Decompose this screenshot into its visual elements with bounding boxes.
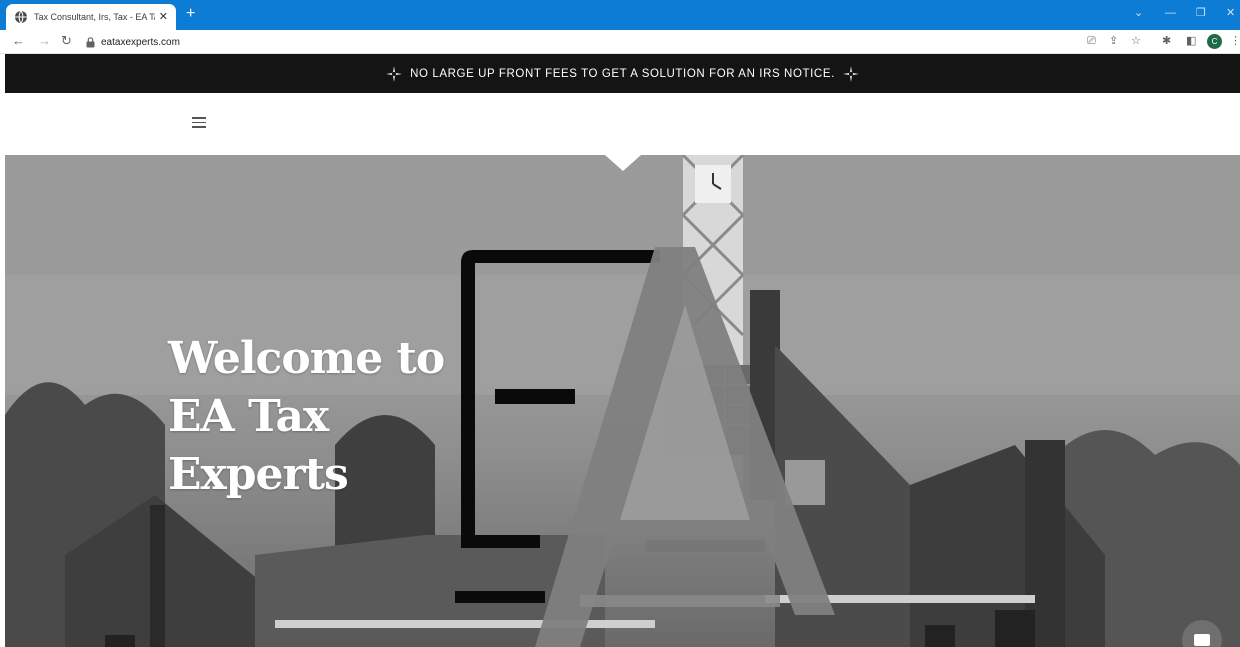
close-tab-icon[interactable]: ✕ [159,11,168,23]
browser-tab[interactable]: Tax Consultant, Irs, Tax - EA Tax E ✕ [6,4,176,30]
tab-search-icon[interactable]: ⌄ [1134,6,1143,20]
extensions-icon[interactable]: ✱ [1162,35,1171,48]
address-bar[interactable]: eataxexperts.com [86,34,180,50]
restore-icon[interactable]: ❐ [1196,6,1206,20]
share-icon[interactable]: ⇪ [1109,35,1118,48]
headline-line: EA Tax [168,391,329,442]
minimize-icon[interactable]: — [1165,6,1176,20]
side-panel-icon[interactable]: ◧ [1186,35,1196,48]
promo-text: NO LARGE UP FRONT FEES TO GET A SOLUTION… [410,67,835,80]
globe-icon [15,10,27,24]
promo-banner: NO LARGE UP FRONT FEES TO GET A SOLUTION… [5,54,1240,93]
lock-icon [86,36,95,47]
profile-avatar[interactable]: C [1207,34,1222,49]
menu-dots-icon[interactable]: ⋮ [1230,35,1240,48]
sparkle-icon [842,65,859,82]
sparkle-icon [386,65,403,82]
cast-icon[interactable]: ⎚ [1087,35,1096,48]
headline-line: Experts [168,449,349,500]
browser-tab-bar: Tax Consultant, Irs, Tax - EA Tax E ✕ + … [0,0,1240,30]
forward-icon[interactable]: → [38,34,51,48]
header-notch [605,155,641,171]
headline-line: Welcome to [168,333,445,384]
hero-section: Welcome to EA Tax Experts [5,155,1240,647]
new-tab-button[interactable]: + [186,5,195,23]
reload-icon[interactable]: ↻ [61,34,72,48]
site-header [5,93,1240,155]
close-window-icon[interactable]: ✕ [1226,6,1235,20]
tab-title: Tax Consultant, Irs, Tax - EA Tax E [34,12,155,22]
url-text: eataxexperts.com [101,36,180,48]
bookmark-star-icon[interactable]: ☆ [1131,35,1141,48]
menu-icon[interactable] [192,117,206,128]
browser-toolbar: ← → ↻ eataxexperts.com ⎚ ⇪ ☆ ✱ ◧ ⋮ [0,30,1240,54]
hero-headline: Welcome to EA Tax Experts [168,330,488,504]
back-icon[interactable]: ← [12,34,25,48]
